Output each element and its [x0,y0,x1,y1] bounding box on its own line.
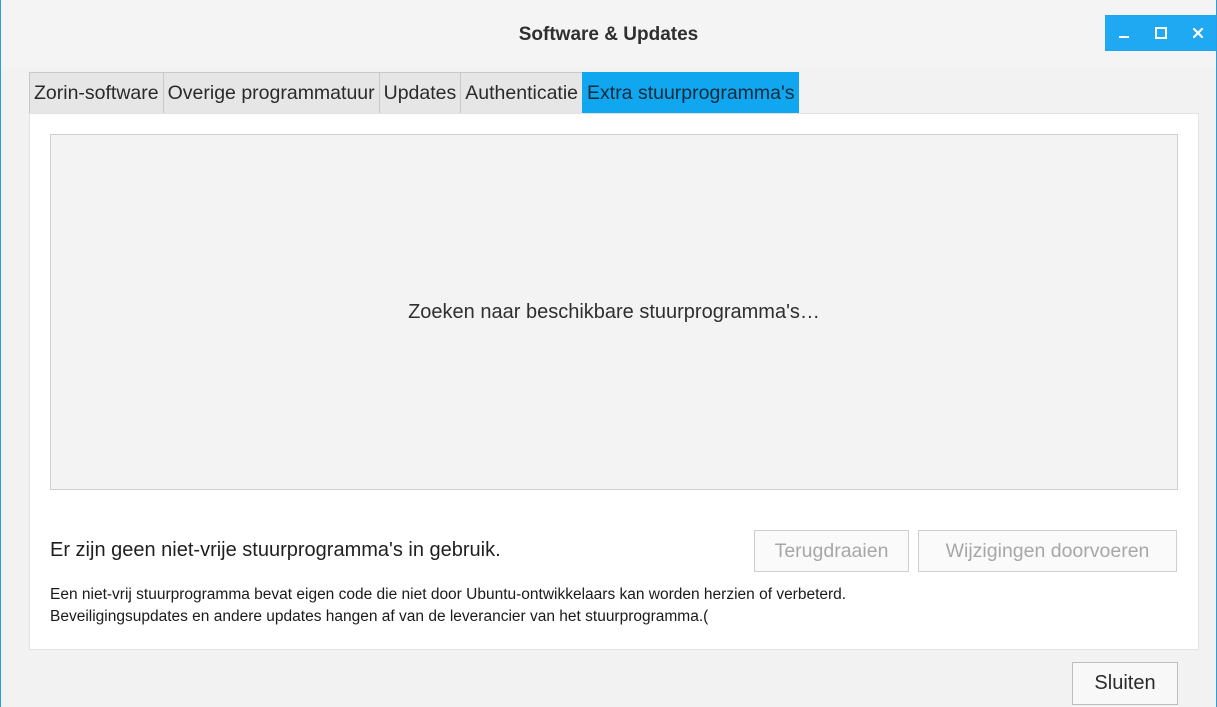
tab-additional-drivers[interactable]: Extra stuurprogramma's [582,72,800,113]
tab-other-software[interactable]: Overige programmatuur [162,72,380,113]
minimize-icon [1118,36,1129,38]
window-title: Software & Updates [518,24,699,45]
additional-drivers-panel: Zoeken naar beschikbare stuurprogramma's… [29,113,1199,650]
info-line-1: Een niet-vrij stuurprogramma bevat eigen… [50,586,847,603]
tab-bar: Zorin-software Overige programmatuur Upd… [29,72,800,113]
software-updates-window: Software & Updates Zorin-software Overig… [0,0,1217,707]
close-button[interactable]: Sluiten [1072,662,1178,705]
titlebar[interactable]: Software & Updates [1,0,1216,68]
info-line-2: Beveiligingsupdates en andere updates ha… [50,608,709,625]
proprietary-driver-info: Een niet-vrij stuurprogramma bevat eigen… [50,584,846,628]
maximize-icon [1154,27,1167,39]
searching-drivers-text: Zoeken naar beschikbare stuurprogramma's… [408,300,820,323]
revert-button[interactable]: Terugdraaien [754,530,909,572]
maximize-button[interactable] [1142,15,1179,51]
window-controls [1105,15,1216,51]
drivers-list-area[interactable]: Zoeken naar beschikbare stuurprogramma's… [50,134,1178,490]
tab-zorin-software[interactable]: Zorin-software [29,72,164,113]
tab-authentication[interactable]: Authenticatie [460,72,584,113]
close-window-button[interactable] [1179,15,1216,51]
tab-updates[interactable]: Updates [378,72,462,113]
driver-status-text: Er zijn geen niet-vrije stuurprogramma's… [50,539,501,561]
apply-changes-button[interactable]: Wijzigingen doorvoeren [918,530,1177,572]
minimize-button[interactable] [1105,15,1142,51]
close-icon [1192,27,1203,39]
